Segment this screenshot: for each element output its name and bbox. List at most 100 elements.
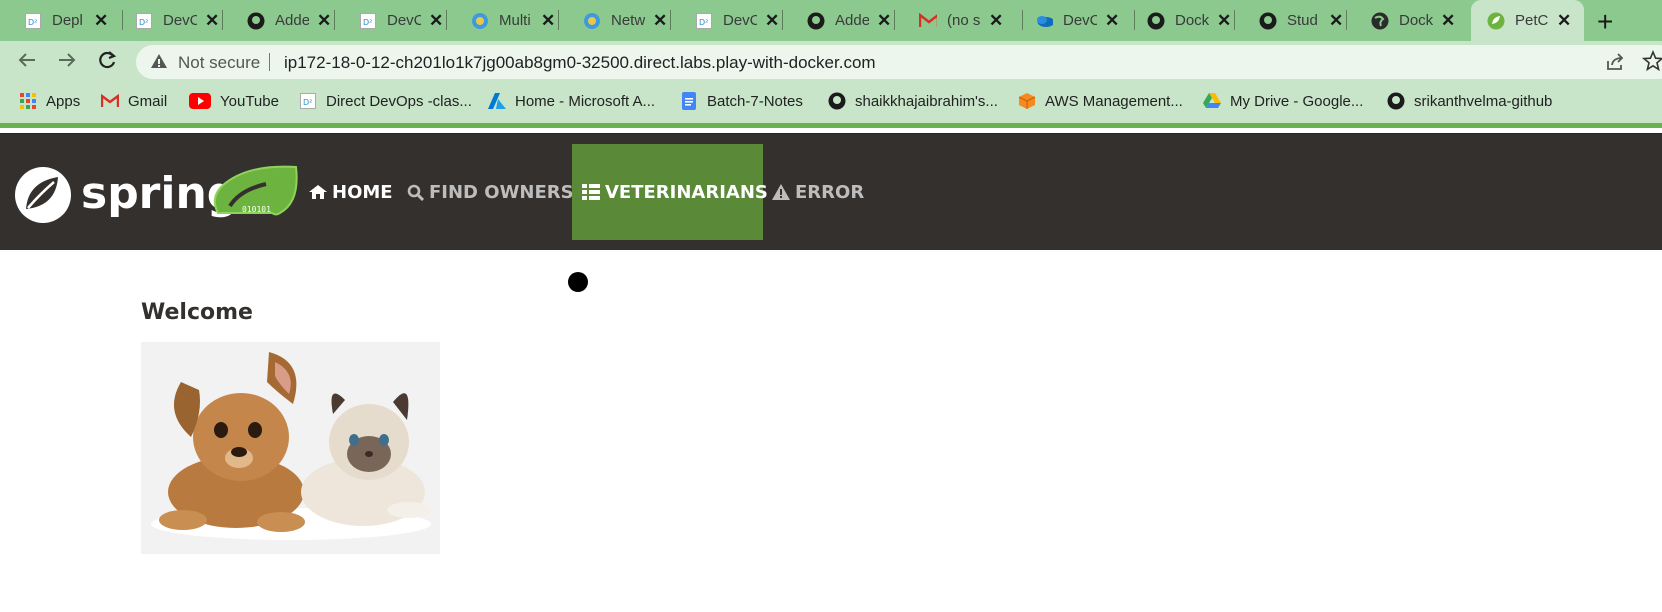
- nav-label: VETERINARIANS: [605, 181, 768, 203]
- tab-item[interactable]: D² DevC ✕: [111, 0, 223, 41]
- tab-item[interactable]: D² Depl ✕: [0, 0, 123, 41]
- tab-title: Stud: [1287, 12, 1318, 29]
- tab-item[interactable]: Stud ✕: [1235, 0, 1347, 41]
- bookmark-direct-devops[interactable]: D² Direct DevOps -clas...: [299, 92, 472, 110]
- bookmark-label: shaikkhajaibrahim's...: [855, 92, 998, 110]
- tab-item[interactable]: (no s ✕: [895, 0, 1023, 41]
- globe-icon: [583, 12, 601, 30]
- devops-doc-icon: D²: [359, 12, 377, 30]
- warning-triangle-icon[interactable]: [150, 52, 168, 75]
- close-icon[interactable]: ✕: [765, 11, 779, 31]
- close-icon[interactable]: ✕: [1329, 11, 1343, 31]
- github-icon: [807, 12, 825, 30]
- tab-title: Adde: [835, 12, 869, 29]
- devops-doc-icon: D²: [135, 12, 153, 30]
- bookmark-aws[interactable]: AWS Management...: [1018, 92, 1183, 110]
- brand-badge-text: 010101: [242, 205, 271, 214]
- close-icon[interactable]: ✕: [877, 11, 891, 31]
- close-icon[interactable]: ✕: [94, 11, 108, 31]
- tab-item[interactable]: Adde ✕: [783, 0, 895, 41]
- forward-icon[interactable]: [56, 49, 78, 77]
- nav-label: ERROR: [795, 181, 865, 203]
- close-icon[interactable]: ✕: [1217, 11, 1231, 31]
- tab-title: Adde: [275, 12, 309, 29]
- nav-error[interactable]: ERROR: [772, 144, 864, 240]
- bookmark-label: Batch-7-Notes: [707, 92, 803, 110]
- devops-doc-icon: D²: [695, 12, 713, 30]
- bookmark-star-icon[interactable]: [1641, 49, 1662, 78]
- svg-text:D²: D²: [699, 18, 708, 27]
- close-icon[interactable]: ✕: [653, 11, 667, 31]
- back-icon[interactable]: [16, 49, 38, 77]
- tab-item[interactable]: DevC ✕: [1011, 0, 1135, 41]
- pets-image: [141, 342, 440, 554]
- security-status[interactable]: Not secure: [178, 53, 260, 73]
- gmail-icon: [919, 12, 937, 30]
- tab-item[interactable]: Dock ✕: [1347, 0, 1459, 41]
- nav-find-owners[interactable]: FIND OWNERS: [407, 144, 574, 240]
- bookmark-google-drive[interactable]: My Drive - Google...: [1203, 92, 1363, 110]
- close-icon[interactable]: ✕: [429, 11, 443, 31]
- tab-title: Multi: [499, 12, 531, 29]
- bookmark-label: Home - Microsoft A...: [515, 92, 656, 110]
- tab-item[interactable]: Dock ✕: [1123, 0, 1235, 41]
- close-icon[interactable]: ✕: [989, 11, 1003, 31]
- nav-label: FIND OWNERS: [429, 181, 574, 203]
- cursor-indicator: [568, 272, 588, 292]
- tab-item[interactable]: Multi ✕: [447, 0, 559, 41]
- address-bar[interactable]: Not secure ip172-18-0-12-ch201lo1k7jg00a…: [136, 45, 1662, 79]
- spring-leaf-icon: [1487, 12, 1505, 30]
- warning-icon: [772, 184, 790, 200]
- globe-icon: [471, 12, 489, 30]
- tab-title: DevC: [163, 12, 197, 29]
- close-icon[interactable]: ✕: [317, 11, 331, 31]
- nav-veterinarians[interactable]: VETERINARIANS: [572, 144, 768, 240]
- gmail-icon: [101, 92, 119, 110]
- close-icon[interactable]: ✕: [1105, 11, 1119, 31]
- bookmark-github-shaikkhajaibrahim[interactable]: shaikkhajaibrahim's...: [828, 92, 998, 110]
- bookmark-apps[interactable]: Apps: [19, 92, 80, 110]
- bookmark-batch-notes[interactable]: Batch-7-Notes: [680, 92, 803, 110]
- bookmark-label: YouTube: [220, 92, 279, 110]
- nav-home[interactable]: HOME: [309, 144, 393, 240]
- tab-item[interactable]: Netw ✕: [559, 0, 671, 41]
- bookmark-gmail[interactable]: Gmail: [101, 92, 167, 110]
- github-icon: [1259, 12, 1277, 30]
- google-docs-icon: [680, 92, 698, 110]
- close-icon[interactable]: ✕: [541, 11, 555, 31]
- bookmark-youtube[interactable]: YouTube: [189, 92, 279, 110]
- reload-icon[interactable]: [96, 49, 118, 77]
- close-icon[interactable]: ✕: [205, 11, 219, 31]
- github-icon: [1387, 92, 1405, 110]
- svg-text:D²: D²: [363, 18, 372, 27]
- page-title: Welcome: [141, 300, 253, 325]
- tab-title: DevC: [387, 12, 421, 29]
- main-content: Welcome: [0, 250, 1662, 612]
- tab-item[interactable]: Adde ✕: [223, 0, 335, 41]
- tab-item[interactable]: D² DevC ✕: [335, 0, 447, 41]
- bookmark-microsoft-azure[interactable]: Home - Microsoft A...: [488, 92, 655, 110]
- svg-text:D²: D²: [28, 18, 37, 27]
- tab-title: Dock: [1399, 12, 1433, 29]
- devops-doc-icon: D²: [299, 92, 317, 110]
- new-tab-button[interactable]: +: [1597, 6, 1613, 38]
- share-icon[interactable]: [1605, 52, 1625, 77]
- close-icon[interactable]: ✕: [1441, 11, 1455, 31]
- list-icon: [582, 184, 600, 200]
- url-text[interactable]: ip172-18-0-12-ch201lo1k7jg00ab8gm0-32500…: [284, 53, 876, 73]
- bookmark-github-srikanthvelma[interactable]: srikanthvelma-github: [1387, 92, 1552, 110]
- bookmark-label: My Drive - Google...: [1230, 92, 1364, 110]
- github-icon: [247, 12, 265, 30]
- address-divider: [269, 53, 270, 71]
- tab-strip: D² Depl ✕ D² DevC ✕ Adde ✕ D² DevC ✕ Mul…: [0, 0, 1662, 41]
- search-icon: [407, 184, 424, 201]
- azure-icon: [488, 92, 506, 110]
- spring-logo[interactable]: spring 010101: [14, 164, 299, 226]
- home-icon: [309, 184, 327, 200]
- close-icon[interactable]: ✕: [1557, 11, 1571, 31]
- svg-text:D²: D²: [303, 98, 312, 107]
- tab-item[interactable]: D² DevC ✕: [671, 0, 783, 41]
- google-drive-icon: [1203, 92, 1221, 110]
- tab-item-active[interactable]: PetC ✕: [1471, 0, 1584, 41]
- tab-title: Dock: [1175, 12, 1209, 29]
